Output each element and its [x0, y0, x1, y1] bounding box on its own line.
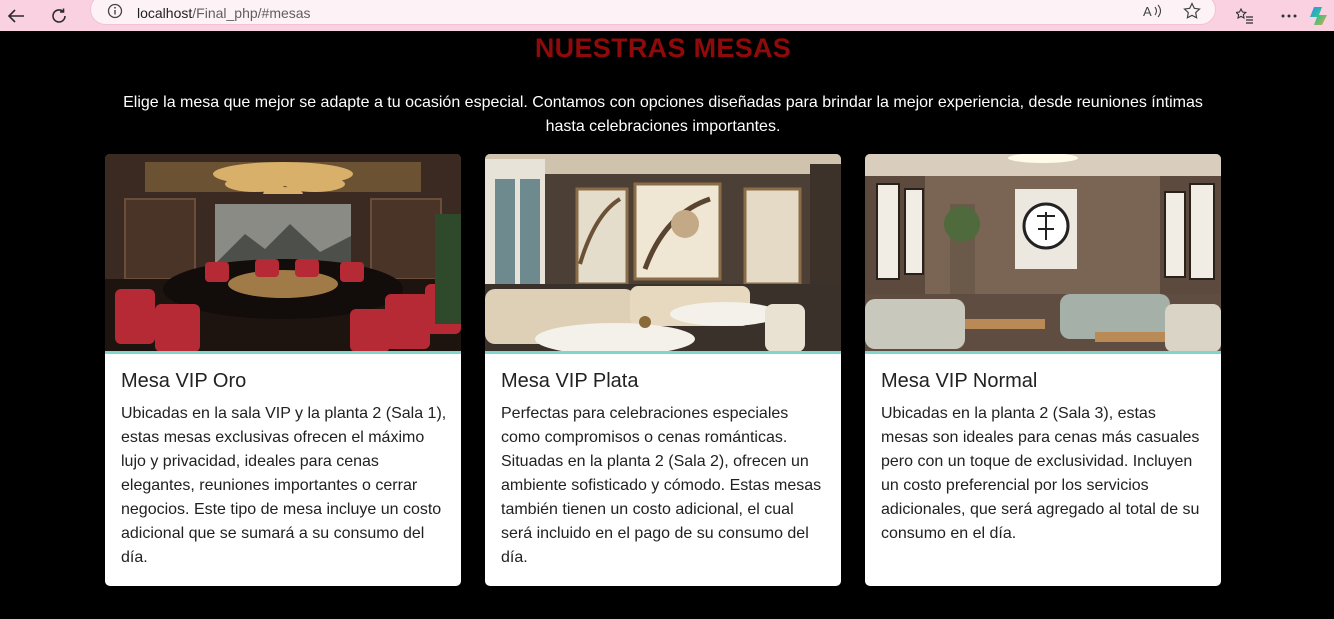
url-text[interactable]: localhost/Final_php/#mesas — [137, 5, 311, 21]
card-description: Perfectas para celebraciones especiales … — [501, 405, 822, 566]
section-intro: Elige la mesa que mejor se adapte a tu o… — [123, 94, 1203, 135]
card-description: Ubicadas en la planta 2 (Sala 3), estas … — [881, 405, 1200, 542]
browser-toolbar: localhost/Final_php/#mesas A — [0, 0, 1334, 31]
card-accent-line — [105, 351, 461, 354]
url-host: localhost — [137, 5, 193, 21]
url-path: /Final_php/#mesas — [192, 5, 311, 21]
card-image-oro — [105, 154, 461, 352]
reload-icon[interactable] — [44, 0, 74, 31]
card-mesa-vip-oro: Mesa VIP Oro Ubicadas en la sala VIP y l… — [105, 154, 461, 586]
card-title: Mesa VIP Plata — [501, 370, 639, 392]
favorite-star-icon[interactable] — [1183, 2, 1201, 25]
card-accent-line — [865, 351, 1221, 354]
card-image-plata — [485, 154, 841, 352]
mesas-section: NUESTRAS MESAS Elige la mesa que mejor s… — [0, 31, 1334, 619]
card-mesa-vip-normal: Mesa VIP Normal Ubicadas en la planta 2 … — [865, 154, 1221, 586]
section-title: NUESTRAS MESAS — [534, 33, 792, 63]
more-icon[interactable] — [1274, 0, 1304, 31]
info-icon[interactable] — [107, 3, 123, 24]
card-mesa-vip-plata: Mesa VIP Plata Perfectas para celebracio… — [485, 154, 841, 586]
back-arrow-icon[interactable] — [1, 0, 31, 31]
copilot-icon[interactable] — [1304, 0, 1334, 31]
read-aloud-icon[interactable]: A — [1143, 3, 1163, 24]
svg-text:A: A — [1143, 4, 1152, 19]
card-title: Mesa VIP Oro — [121, 370, 247, 392]
address-bar[interactable]: localhost/Final_php/#mesas A — [90, 0, 1216, 25]
card-image-normal — [865, 154, 1221, 352]
card-title: Mesa VIP Normal — [881, 370, 1038, 392]
favorites-list-icon[interactable] — [1230, 0, 1260, 31]
card-description: Ubicadas en la sala VIP y la planta 2 (S… — [121, 405, 447, 566]
card-accent-line — [485, 351, 841, 354]
